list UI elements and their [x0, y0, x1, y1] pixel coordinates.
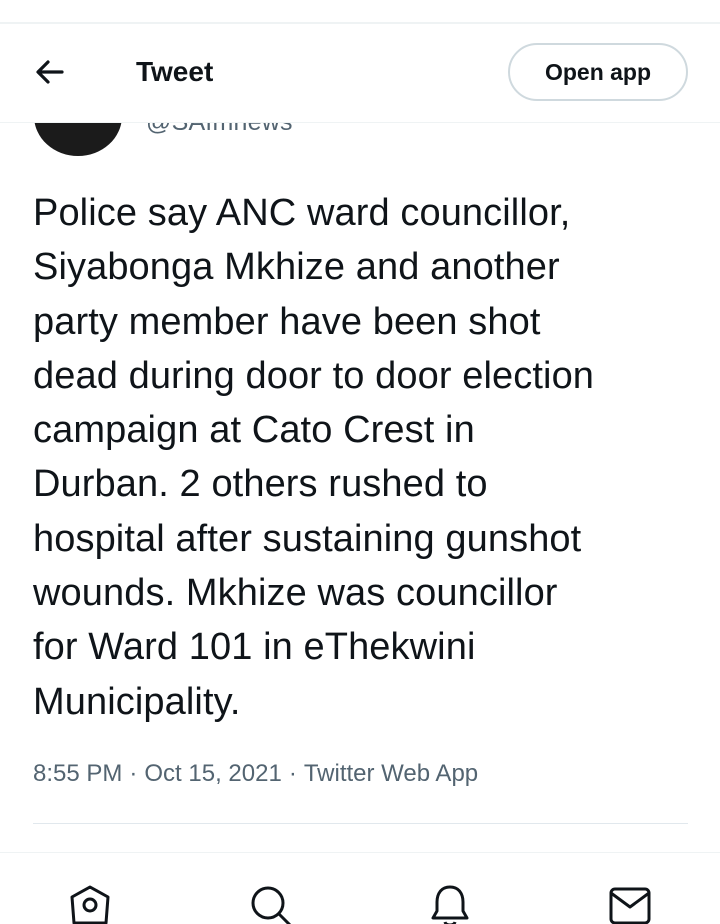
tweet-metadata: 8:55 PM · Oct 15, 2021 · Twitter Web App	[33, 760, 478, 788]
open-app-label: Open app	[544, 58, 652, 85]
tweet-source[interactable]: Twitter Web App	[304, 760, 478, 787]
back-button[interactable]	[32, 54, 68, 90]
page-title: Tweet	[136, 56, 214, 87]
content-divider	[33, 823, 688, 824]
tweet-text-line: party member have been shot	[33, 300, 541, 343]
nav-messages[interactable]	[606, 881, 654, 924]
tweet-text-line: Siyabonga Mkhize and another	[33, 246, 560, 289]
meta-separator: ·	[288, 760, 297, 787]
tweet-date[interactable]: Oct 15, 2021	[144, 760, 281, 787]
open-app-button[interactable]: Open app	[508, 43, 688, 101]
messages-envelope-icon	[609, 887, 651, 924]
tweet-text-line: Municipality.	[33, 680, 241, 723]
tweet-text-line: dead during door to door election	[33, 354, 595, 397]
arrow-left-icon	[36, 60, 64, 84]
top-bar: Tweet Open app	[0, 24, 720, 123]
notifications-bell-icon	[431, 885, 469, 924]
tweet-text-line: wounds. Mkhize was councillor	[33, 572, 558, 615]
tweet-time[interactable]: 8:55 PM	[33, 760, 122, 787]
home-icon	[70, 885, 110, 924]
nav-home[interactable]	[66, 881, 114, 924]
tweet-page: @SAfmnews Police say ANC ward councillor…	[0, 0, 720, 924]
nav-search[interactable]	[246, 881, 294, 924]
tweet-text-line: Police say ANC ward councillor,	[33, 192, 571, 234]
tweet-text-line: hospital after sustaining gunshot	[33, 517, 582, 560]
tweet-detail: @SAfmnews Police say ANC ward councillor…	[0, 0, 720, 924]
tweet-text-line: for Ward 101 in eThekwini	[33, 626, 476, 669]
tweet-text-line: Durban. 2 others rushed to	[33, 463, 488, 506]
tweet-text: Police say ANC ward councillor, Siyabong…	[33, 186, 703, 729]
meta-separator: ·	[129, 760, 138, 787]
nav-notifications[interactable]	[426, 881, 474, 924]
tweet-text-line: campaign at Cato Crest in	[33, 409, 475, 452]
search-icon	[251, 886, 292, 924]
bottom-navigation	[0, 852, 720, 924]
